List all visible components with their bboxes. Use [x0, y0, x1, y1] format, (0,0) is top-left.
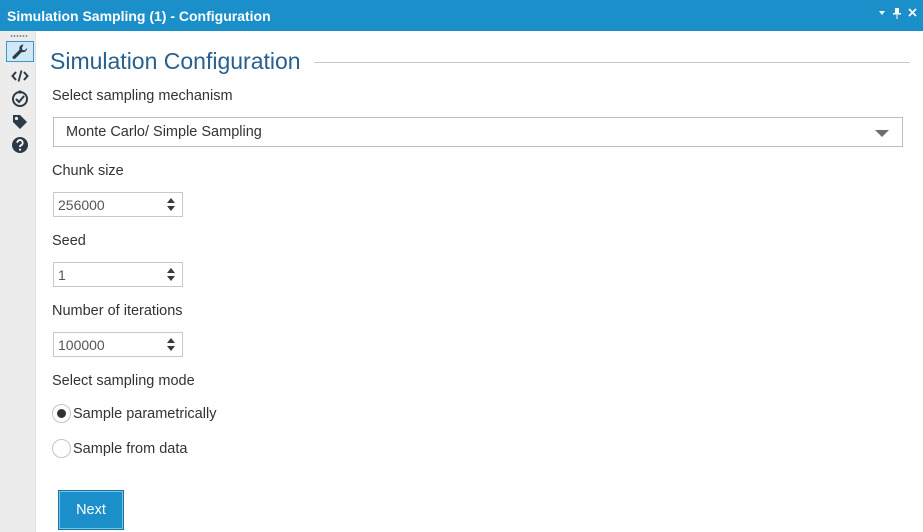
- drag-grip[interactable]: [10, 35, 28, 37]
- seed-value: 1: [58, 267, 66, 283]
- radio-label: Sample parametrically: [73, 405, 217, 422]
- code-icon: [11, 69, 29, 83]
- chunk-size-value: 256000: [58, 197, 105, 213]
- sidebar-item-annotation[interactable]: [6, 111, 34, 132]
- radio-sample-parametrically[interactable]: Sample parametrically: [52, 404, 216, 423]
- sidebar-item-configuration[interactable]: [6, 41, 34, 62]
- help-icon: [11, 136, 29, 154]
- next-button[interactable]: Next: [58, 490, 124, 530]
- wrench-icon: [11, 43, 29, 61]
- stepper-arrows-icon[interactable]: [166, 268, 176, 282]
- radio-label: Sample from data: [73, 440, 188, 457]
- section-header: Simulation Configuration: [50, 45, 910, 77]
- stepper-arrows-icon[interactable]: [166, 338, 176, 352]
- seed-stepper[interactable]: 1: [53, 262, 183, 287]
- chunk-size-label: Chunk size: [52, 163, 124, 179]
- radio-sample-from-data[interactable]: Sample from data: [52, 439, 187, 458]
- sampling-mechanism-value: Monte Carlo/ Simple Sampling: [66, 124, 262, 140]
- sampling-mechanism-select[interactable]: Monte Carlo/ Simple Sampling: [53, 117, 903, 147]
- sidebar-item-code[interactable]: [6, 65, 34, 86]
- seed-label: Seed: [52, 233, 86, 249]
- radio-button[interactable]: [52, 404, 71, 423]
- radio-button[interactable]: [52, 439, 71, 458]
- chunk-size-stepper[interactable]: 256000: [53, 192, 183, 217]
- iterations-label: Number of iterations: [52, 303, 183, 319]
- chevron-down-icon[interactable]: [877, 8, 887, 20]
- pin-icon[interactable]: [892, 8, 902, 20]
- close-icon[interactable]: [907, 8, 917, 20]
- stepper-arrows-icon[interactable]: [166, 198, 176, 212]
- configuration-panel: Simulation Configuration Select sampling…: [36, 31, 923, 532]
- sidebar: [0, 31, 36, 532]
- sidebar-item-connections[interactable]: [6, 88, 34, 109]
- sampling-mode-label: Select sampling mode: [52, 373, 195, 389]
- mechanism-label: Select sampling mechanism: [52, 88, 233, 104]
- dropdown-caret-icon: [875, 130, 889, 137]
- connection-icon: [11, 89, 29, 108]
- sidebar-item-help[interactable]: [6, 134, 34, 155]
- window-titlebar: Simulation Sampling (1) - Configuration: [0, 0, 923, 31]
- iterations-stepper[interactable]: 100000: [53, 332, 183, 357]
- page-title: Simulation Configuration: [50, 47, 301, 74]
- section-divider: [313, 62, 910, 63]
- window-actions: [877, 8, 917, 20]
- tag-icon: [11, 113, 29, 131]
- window-title: Simulation Sampling (1) - Configuration: [7, 7, 271, 24]
- iterations-value: 100000: [58, 337, 105, 353]
